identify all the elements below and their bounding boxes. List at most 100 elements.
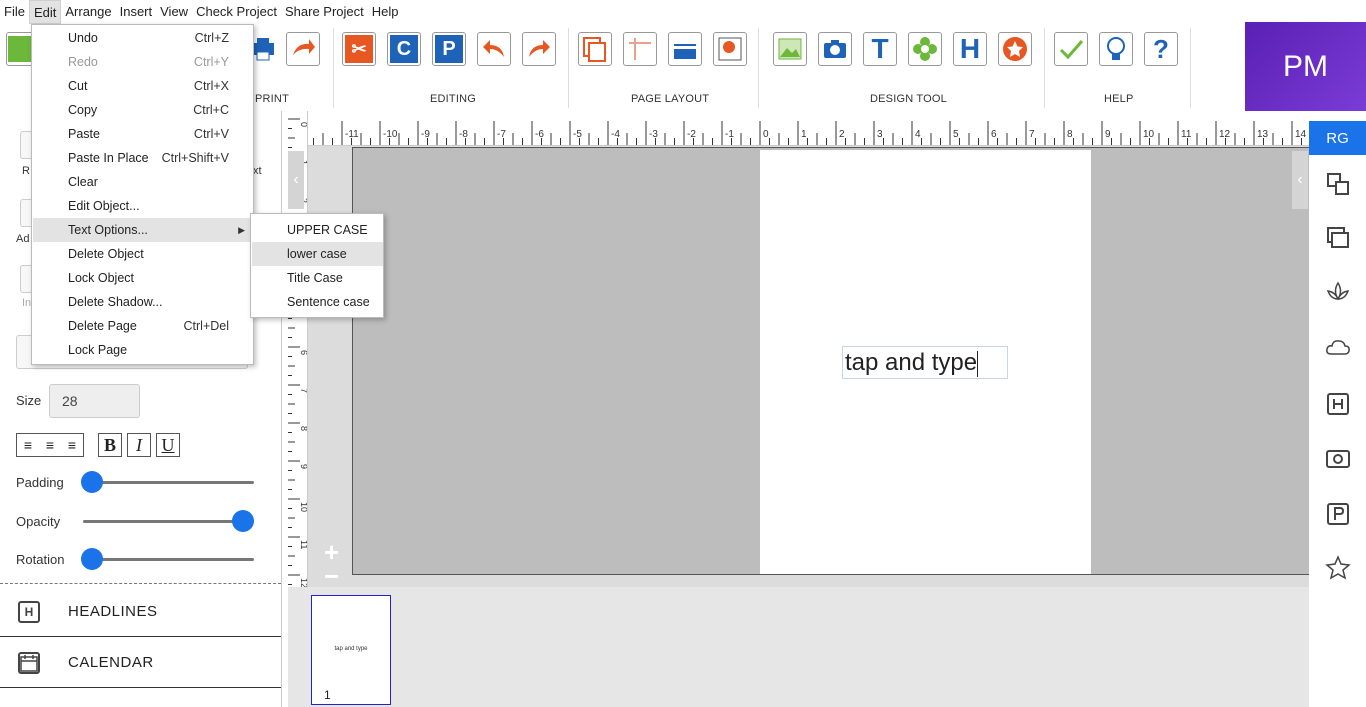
section-calendar[interactable]: CALENDAR bbox=[0, 638, 281, 688]
user-badge[interactable]: RG bbox=[1309, 121, 1366, 155]
ruler-label: -6 bbox=[535, 129, 544, 140]
menu-item-label: Redo bbox=[68, 55, 98, 69]
background-button[interactable] bbox=[713, 32, 747, 66]
ruler-label: 6 bbox=[991, 129, 997, 140]
guides-button[interactable] bbox=[623, 32, 657, 66]
star-icon[interactable] bbox=[1325, 555, 1351, 581]
camera-button[interactable] bbox=[818, 32, 852, 66]
layouts-icon bbox=[583, 37, 606, 62]
submenu-item-title-case[interactable]: Title Case bbox=[252, 266, 383, 290]
menu-item-lock-object[interactable]: Lock Object bbox=[33, 266, 253, 290]
menu-item-clear[interactable]: Clear bbox=[33, 170, 253, 194]
clipart-button[interactable] bbox=[908, 32, 942, 66]
ruler-label: 10 bbox=[299, 502, 308, 512]
menu-edit[interactable]: Edit bbox=[28, 0, 62, 24]
undo-button[interactable] bbox=[477, 32, 511, 66]
padding-slider-knob[interactable] bbox=[81, 471, 103, 493]
submenu-item-lower-case[interactable]: lower case bbox=[252, 242, 383, 266]
text-button[interactable]: T bbox=[863, 32, 897, 66]
menu-item-label: Text Options... bbox=[68, 223, 148, 237]
check-project-button[interactable] bbox=[1054, 32, 1088, 66]
menu-item-paste[interactable]: Paste Ctrl+V bbox=[33, 122, 253, 146]
underline-button[interactable]: U bbox=[156, 433, 180, 457]
ruler-label: 0 bbox=[299, 122, 308, 127]
photo-icon[interactable] bbox=[1325, 445, 1351, 471]
cut-button[interactable]: ✂ bbox=[342, 32, 376, 66]
align-left-icon[interactable]: ≡ bbox=[17, 437, 39, 453]
align-icon bbox=[674, 44, 696, 59]
layouts-icon[interactable] bbox=[1325, 225, 1351, 251]
menu-item-redo[interactable]: Redo Ctrl+Y bbox=[33, 50, 253, 74]
headline-button[interactable]: H bbox=[953, 32, 987, 66]
menu-item-text-options[interactable]: Text Options... ▶ bbox=[33, 218, 253, 242]
guides-icon bbox=[629, 38, 651, 60]
menu-item-cut[interactable]: Cut Ctrl+X bbox=[33, 74, 253, 98]
ruler-label: 12 bbox=[1219, 129, 1231, 140]
align-button[interactable] bbox=[668, 32, 702, 66]
menu-item-shortcut: Ctrl+Del bbox=[183, 319, 230, 333]
p-icon[interactable] bbox=[1325, 501, 1351, 527]
text-box[interactable]: tap and type bbox=[842, 346, 1008, 379]
menu-view[interactable]: View bbox=[156, 0, 192, 24]
ruler-label: -4 bbox=[611, 129, 620, 140]
headline-icon[interactable] bbox=[1325, 391, 1351, 417]
panel-label-partial: xt bbox=[253, 165, 262, 177]
print-button[interactable] bbox=[250, 32, 278, 66]
menu-help[interactable]: Help bbox=[368, 0, 403, 24]
page[interactable]: tap and type bbox=[760, 150, 1091, 574]
menu-file[interactable]: File bbox=[0, 0, 29, 24]
page-thumbnail[interactable]: tap and type 1 bbox=[311, 595, 391, 705]
padding-slider[interactable] bbox=[92, 481, 254, 484]
redo-button[interactable] bbox=[522, 32, 556, 66]
ruler-label: 7 bbox=[299, 388, 308, 393]
menu-item-undo[interactable]: Undo Ctrl+Z bbox=[33, 26, 253, 50]
rotation-slider-knob[interactable] bbox=[81, 548, 103, 570]
paste-button[interactable]: P bbox=[432, 32, 466, 66]
menu-item-delete-page[interactable]: Delete Page Ctrl+Del bbox=[33, 314, 253, 338]
menu-item-shortcut: Ctrl+X bbox=[193, 79, 229, 93]
opacity-slider-knob[interactable] bbox=[232, 510, 254, 532]
image-button[interactable] bbox=[773, 32, 807, 66]
menu-arrange[interactable]: Arrange bbox=[61, 0, 115, 24]
menu-item-label: Undo bbox=[68, 31, 98, 45]
menu-check-project[interactable]: Check Project bbox=[192, 0, 281, 24]
menu-item-lock-page[interactable]: Lock Page bbox=[33, 338, 253, 362]
menu-item-copy[interactable]: Copy Ctrl+C bbox=[33, 98, 253, 122]
section-headlines[interactable]: H HEADLINES bbox=[0, 587, 281, 637]
toolbar-separator bbox=[333, 28, 334, 108]
lotus-icon[interactable] bbox=[1325, 279, 1351, 305]
menu-item-edit-object[interactable]: Edit Object... bbox=[33, 194, 253, 218]
tips-button[interactable] bbox=[1099, 32, 1133, 66]
copy-button[interactable]: C bbox=[387, 32, 421, 66]
menu-item-shortcut: Ctrl+Y bbox=[193, 55, 229, 69]
badge-button[interactable] bbox=[998, 32, 1032, 66]
menu-insert[interactable]: Insert bbox=[116, 0, 157, 24]
rotation-slider[interactable] bbox=[92, 558, 254, 561]
align-right-icon[interactable]: ≡ bbox=[61, 437, 83, 453]
submenu-item-upper-case[interactable]: UPPER CASE bbox=[252, 218, 383, 242]
share-dollar-button[interactable] bbox=[286, 32, 320, 66]
text-align-group: ≡ ≡ ≡ bbox=[16, 433, 84, 457]
menu-item-paste-in-place[interactable]: Paste In Place Ctrl+Shift+V bbox=[33, 146, 253, 170]
cloud-com-icon[interactable] bbox=[1325, 335, 1351, 361]
opacity-slider[interactable] bbox=[83, 520, 243, 523]
menu-item-delete-shadow[interactable]: Delete Shadow... bbox=[33, 290, 253, 314]
shapes-icon[interactable] bbox=[1325, 171, 1351, 197]
menu-item-label: Delete Page bbox=[68, 319, 137, 333]
menu-item-shortcut: Ctrl+Z bbox=[194, 31, 229, 45]
help-button[interactable]: ? bbox=[1144, 32, 1178, 66]
collapse-left-panel[interactable]: ‹ bbox=[288, 151, 304, 209]
font-size-input[interactable]: 28 bbox=[49, 384, 140, 418]
layouts-button[interactable] bbox=[578, 32, 612, 66]
menu-item-delete-object[interactable]: Delete Object bbox=[33, 242, 253, 266]
bold-button[interactable]: B bbox=[98, 433, 122, 457]
text-caret bbox=[977, 350, 979, 377]
ruler-horizontal-ticks: -11 -10 -9 -8 -7 -6 -5 -4 -3 -2 -1 0 1 2 3 4 5 6 7 8 9 10 11 12… bbox=[313, 121, 1307, 145]
align-center-icon[interactable]: ≡ bbox=[39, 437, 61, 453]
submenu-item-sentence-case[interactable]: Sentence case bbox=[252, 290, 383, 314]
canvas-area[interactable]: tap and type bbox=[352, 147, 1309, 575]
ruler-label: 8 bbox=[299, 426, 308, 431]
collapse-right-panel[interactable]: ‹ bbox=[1292, 151, 1308, 209]
menu-share-project[interactable]: Share Project bbox=[281, 0, 368, 24]
italic-button[interactable]: I bbox=[127, 433, 151, 457]
